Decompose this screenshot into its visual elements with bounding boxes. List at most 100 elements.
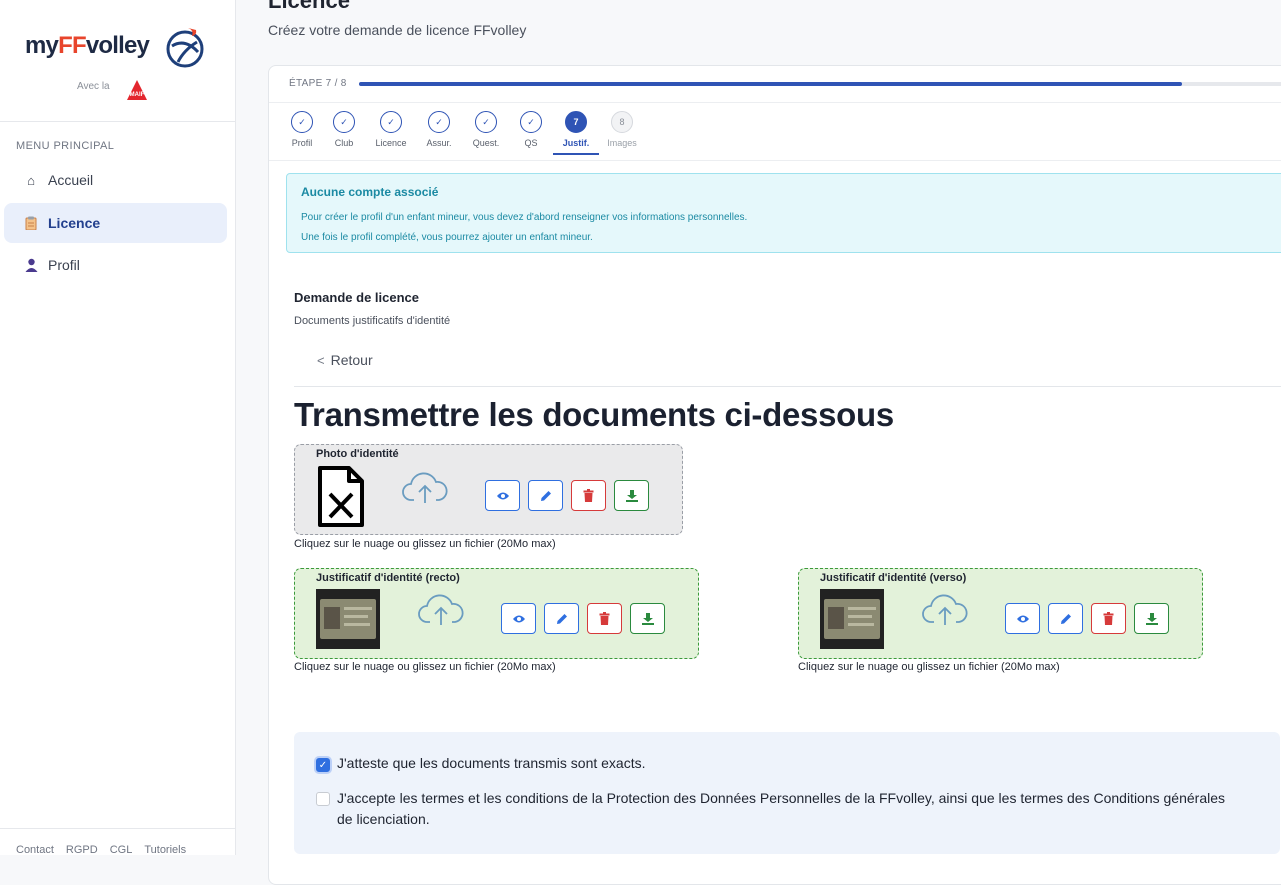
consent-panel: ✓ J'atteste que les documents transmis s… — [294, 732, 1280, 854]
step-counter: ÉTAPE 7 / 8 — [289, 78, 347, 89]
back-label: Retour — [330, 352, 373, 368]
terms-label: J'accepte les termes et les conditions d… — [337, 788, 1267, 830]
footer-link-tutoriels[interactable]: Tutoriels — [144, 844, 186, 856]
download-icon — [641, 612, 654, 625]
page-title: Licence — [268, 0, 350, 13]
divider — [269, 160, 1281, 161]
verso-thumbnail — [820, 589, 884, 649]
home-icon: ⌂ — [27, 172, 35, 188]
eye-icon — [512, 615, 525, 622]
dropzone-title: Justificatif d'identité (recto) — [316, 572, 460, 584]
sidebar-item-label: Licence — [48, 215, 101, 231]
step-number: 7 — [565, 111, 587, 133]
photo-dropzone[interactable]: Photo d'identité — [294, 444, 683, 535]
step-club[interactable]: ✓ Club — [321, 111, 367, 148]
upload-hint: Cliquez sur le nuage ou glissez un fichi… — [798, 661, 1060, 673]
pencil-icon — [556, 613, 567, 624]
info-alert: Aucune compte associé Pour créer le prof… — [286, 173, 1281, 253]
upload-hint: Cliquez sur le nuage ou glissez un fichi… — [294, 538, 556, 550]
step-label: Licence — [375, 138, 407, 148]
sidebar-item-profil[interactable]: Profil — [4, 245, 227, 285]
cloud-upload-icon[interactable] — [417, 593, 465, 627]
edit-button[interactable] — [544, 603, 579, 634]
eye-icon — [1016, 615, 1029, 622]
pencil-icon — [540, 490, 551, 501]
footer-link-contact[interactable]: Contact — [16, 844, 54, 856]
recto-actions — [501, 603, 665, 634]
chevron-left-icon: < — [317, 352, 325, 368]
menu-label: MENU PRINCIPAL — [16, 140, 115, 152]
check-icon: ✓ — [380, 111, 402, 133]
upload-hint: Cliquez sur le nuage ou glissez un fichi… — [294, 661, 556, 673]
step-qs[interactable]: ✓ QS — [509, 111, 553, 148]
step-images[interactable]: 8 Images — [599, 111, 645, 148]
delete-button[interactable] — [571, 480, 606, 511]
sidebar-item-licence[interactable]: Licence — [4, 203, 227, 243]
step-questionnaire[interactable]: ✓ Quest. — [463, 111, 509, 148]
sidebar-item-accueil[interactable]: ⌂ Accueil — [4, 160, 227, 200]
download-button[interactable] — [630, 603, 665, 634]
download-icon — [1145, 612, 1158, 625]
step-label: Quest. — [472, 138, 500, 148]
edit-button[interactable] — [1048, 603, 1083, 634]
step-indicator: ÉTAPE 7 / 8 — [289, 78, 359, 89]
divider — [0, 828, 236, 829]
maif-logo: MAIF — [127, 80, 147, 100]
cloud-upload-icon[interactable] — [401, 471, 449, 505]
volleyball-rooster-icon — [166, 28, 204, 68]
file-error-icon — [318, 466, 364, 527]
check-icon: ✓ — [520, 111, 542, 133]
footer-link-rgpd[interactable]: RGPD — [66, 844, 98, 856]
delete-button[interactable] — [1091, 603, 1126, 634]
page-subtitle: Créez votre demande de licence FFvolley — [268, 22, 527, 38]
recto-thumbnail — [316, 589, 380, 649]
view-button[interactable] — [1005, 603, 1040, 634]
user-icon — [24, 258, 38, 272]
step-label: QS — [524, 138, 538, 148]
pencil-icon — [1060, 613, 1071, 624]
delete-button[interactable] — [587, 603, 622, 634]
step-licence[interactable]: ✓ Licence — [367, 111, 415, 148]
view-button[interactable] — [485, 480, 520, 511]
trash-icon — [583, 489, 594, 502]
terms-line: de licenciation. — [337, 811, 430, 827]
trash-icon — [1103, 612, 1114, 625]
accuracy-label: J'atteste que les documents transmis son… — [337, 755, 646, 771]
progress-fill — [359, 82, 1182, 86]
step-justificatifs[interactable]: 7 Justif. — [553, 111, 599, 155]
verso-actions — [1005, 603, 1169, 634]
sidebar: myFFvolley Avec la MAIF MENU PRINCIPAL ⌂… — [0, 0, 236, 856]
divider — [269, 102, 1281, 103]
cloud-upload-icon[interactable] — [921, 593, 969, 627]
documents-heading: Transmettre les documents ci-dessous — [294, 396, 894, 433]
back-button[interactable]: < Retour — [317, 352, 373, 368]
divider — [294, 386, 1281, 387]
download-button[interactable] — [1134, 603, 1169, 634]
verso-dropzone[interactable]: Justificatif d'identité (verso) — [798, 568, 1203, 659]
check-icon: ✓ — [475, 111, 497, 133]
edit-button[interactable] — [528, 480, 563, 511]
progress-bar — [359, 82, 1281, 86]
view-button[interactable] — [501, 603, 536, 634]
download-icon — [625, 489, 638, 502]
footer-link-cgl[interactable]: CGL — [110, 844, 133, 856]
ffvolley-logo[interactable]: myFFvolley — [25, 26, 215, 70]
alert-line: Une fois le profil complété, vous pourre… — [301, 232, 593, 243]
dropzone-title: Justificatif d'identité (verso) — [820, 572, 967, 584]
alert-title: Aucune compte associé — [301, 185, 439, 199]
footer-links: Contact RGPD CGL Tutoriels — [16, 844, 186, 856]
step-profil[interactable]: ✓ Profil — [285, 111, 319, 148]
step-assurance[interactable]: ✓ Assur. — [415, 111, 463, 148]
step-label: Justif. — [562, 138, 590, 148]
recto-dropzone[interactable]: Justificatif d'identité (recto) — [294, 568, 699, 659]
accuracy-checkbox[interactable]: ✓ — [316, 758, 330, 772]
step-label: Assur. — [426, 138, 452, 148]
check-icon: ✓ — [333, 111, 355, 133]
download-button[interactable] — [614, 480, 649, 511]
licence-form-card: ÉTAPE 7 / 8 ✓ Profil ✓ Club ✓ Licence ✓ Assu… — [268, 65, 1281, 885]
dropzone-title: Photo d'identité — [316, 448, 399, 460]
section-subtitle: Documents justificatifs d'identité — [294, 315, 451, 327]
step-label: Images — [607, 138, 637, 148]
divider — [0, 121, 236, 122]
terms-checkbox[interactable] — [316, 792, 330, 806]
